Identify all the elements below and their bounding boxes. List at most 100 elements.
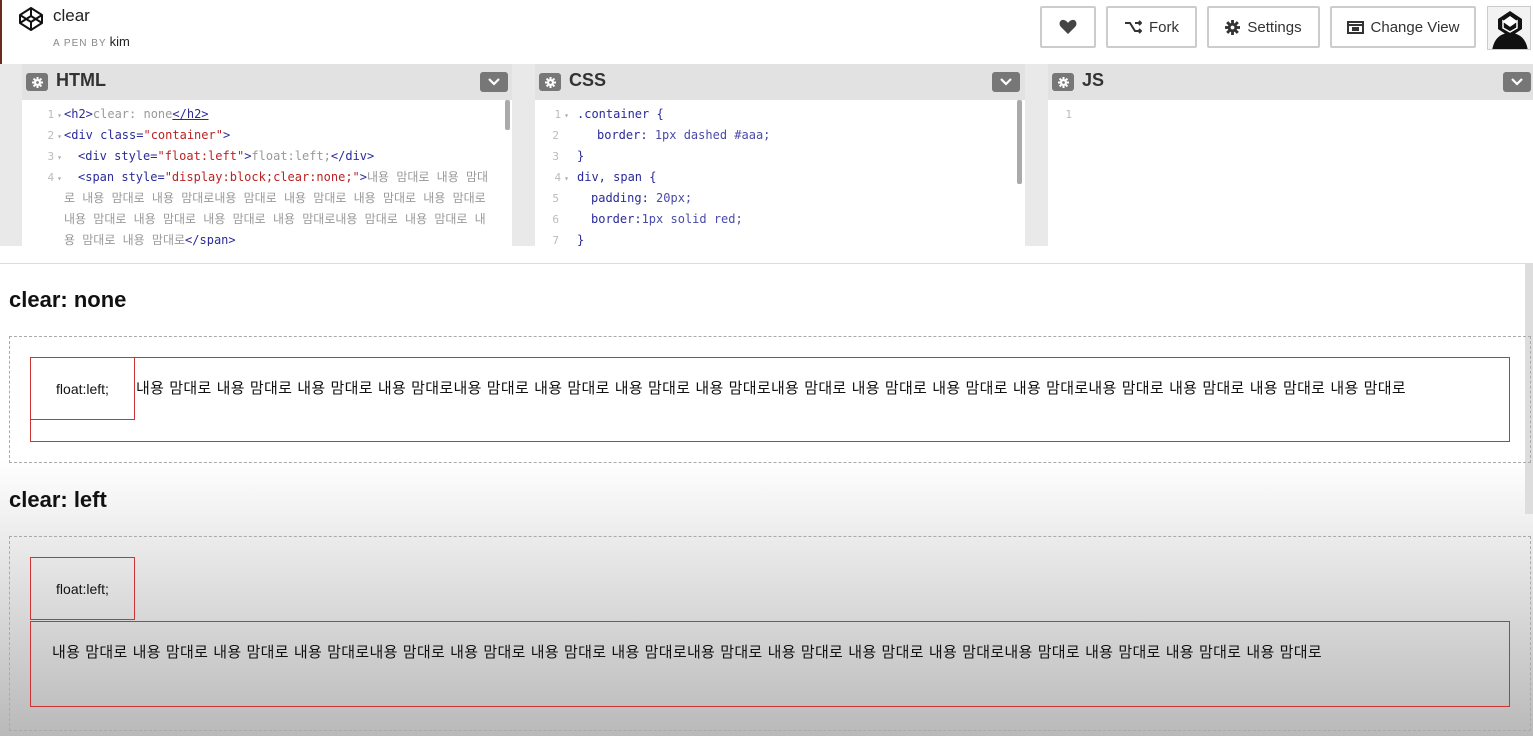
gear-icon bbox=[1225, 19, 1241, 35]
code-token: padding: bbox=[591, 191, 649, 205]
code-token: "container" bbox=[143, 128, 223, 142]
js-editor-title: JS bbox=[1082, 70, 1105, 90]
css-code-area[interactable]: 1 ▾ .container { 2 border: 1px dashed #aa… bbox=[535, 100, 1025, 246]
line-number: 2 bbox=[552, 129, 559, 142]
line-number: 1 bbox=[554, 108, 562, 121]
css-editor-scrollbar[interactable] bbox=[1017, 100, 1022, 184]
html-editor-settings-button[interactable] bbox=[26, 73, 48, 91]
code-line: 1 bbox=[1048, 104, 1533, 125]
pen-header: clear A PEN BY kim Fork Settings Change V… bbox=[0, 0, 1533, 64]
demo-float-box: float:left; bbox=[30, 357, 135, 420]
css-editor-dropdown-button[interactable] bbox=[992, 72, 1020, 92]
code-line: 2 ▾ <div class="container"> bbox=[22, 125, 512, 146]
author-link[interactable]: kim bbox=[110, 34, 130, 49]
fork-label: Fork bbox=[1149, 18, 1179, 36]
demo-container: 내용 맘대로 내용 맘대로 내용 맘대로 내용 맘대로내용 맘대로 내용 맘대로… bbox=[9, 336, 1531, 463]
fold-arrow-icon[interactable]: ▾ bbox=[564, 174, 569, 183]
js-editor-header: JS bbox=[1048, 64, 1533, 100]
line-number: 1 bbox=[47, 108, 55, 121]
editor-area: HTML 1 ▾ <h2>clear: none</h2> 2 ▾ <div cla… bbox=[0, 64, 1533, 246]
settings-label: Settings bbox=[1247, 18, 1302, 36]
line-number: 1 bbox=[1065, 108, 1072, 121]
line-number: 3 bbox=[552, 150, 559, 163]
fold-arrow-icon[interactable]: ▾ bbox=[57, 174, 62, 183]
line-number: 4 bbox=[554, 171, 562, 184]
settings-button[interactable]: Settings bbox=[1207, 6, 1320, 48]
line-number: 4 bbox=[47, 171, 55, 184]
css-editor-settings-button[interactable] bbox=[539, 73, 561, 91]
css-editor-header: CSS bbox=[535, 64, 1025, 100]
line-number: 7 bbox=[552, 234, 559, 246]
line-number: 3 bbox=[47, 150, 55, 163]
section-heading-clear-none: clear: none bbox=[9, 287, 127, 312]
code-token: border: bbox=[591, 212, 642, 226]
code-token: > bbox=[359, 170, 368, 184]
html-editor-title: HTML bbox=[56, 70, 106, 90]
code-token: div, span { bbox=[577, 170, 657, 184]
code-line: 4 ▾ <span style="display:block;clear:none… bbox=[22, 167, 512, 246]
html-code-area[interactable]: 1 ▾ <h2>clear: none</h2> 2 ▾ <div class="c… bbox=[22, 100, 512, 246]
fold-arrow-icon[interactable]: ▾ bbox=[57, 111, 62, 120]
code-token: <div class= bbox=[64, 128, 144, 142]
demo-container: float:left; 내용 맘대로 내용 맘대로 내용 맘대로 내용 맘대로내… bbox=[9, 536, 1531, 731]
pen-title[interactable]: clear bbox=[53, 6, 90, 26]
js-editor-dropdown-button[interactable] bbox=[1503, 72, 1531, 92]
code-token: 20px; bbox=[656, 191, 693, 205]
code-token: } bbox=[577, 233, 585, 246]
change-view-button[interactable]: Change View bbox=[1330, 6, 1476, 48]
chevron-down-icon bbox=[488, 78, 500, 86]
css-editor: CSS 1 ▾ .container { 2 border: 1px dashed… bbox=[535, 64, 1025, 246]
html-editor-dropdown-button[interactable] bbox=[480, 72, 508, 92]
gear-icon bbox=[1057, 76, 1069, 88]
code-token: clear: none bbox=[92, 107, 173, 121]
chevron-down-icon bbox=[1000, 78, 1012, 86]
code-token: "float:left" bbox=[157, 149, 245, 163]
change-view-label: Change View bbox=[1370, 18, 1460, 36]
avatar-image-icon bbox=[1488, 7, 1530, 49]
css-editor-title: CSS bbox=[569, 70, 607, 90]
heart-button[interactable] bbox=[1040, 6, 1096, 48]
change-view-icon bbox=[1346, 20, 1364, 34]
gear-icon bbox=[544, 76, 556, 88]
code-token: <div style= bbox=[78, 149, 158, 163]
code-line: 1 ▾ <h2>clear: none</h2> bbox=[22, 104, 512, 125]
fold-arrow-icon[interactable]: ▾ bbox=[564, 111, 569, 120]
code-token: 1px dashed #aaa; bbox=[654, 128, 771, 142]
code-line: 2 border: 1px dashed #aaa; bbox=[535, 125, 1025, 146]
gear-icon bbox=[31, 76, 43, 88]
html-editor-header: HTML bbox=[22, 64, 512, 100]
code-token: <span style= bbox=[78, 170, 165, 184]
js-editor: JS 1 bbox=[1048, 64, 1533, 246]
code-line: 3 ▾ <div style="float:left">float:left;</… bbox=[22, 146, 512, 167]
code-line: 7 } bbox=[535, 230, 1025, 246]
chevron-down-icon bbox=[1511, 78, 1523, 86]
js-editor-settings-button[interactable] bbox=[1052, 73, 1074, 91]
code-token: </h2> bbox=[172, 107, 209, 121]
heart-icon bbox=[1059, 19, 1077, 34]
demo-float-box: float:left; bbox=[30, 557, 135, 620]
fold-arrow-icon[interactable]: ▾ bbox=[57, 132, 62, 141]
fork-icon bbox=[1125, 20, 1142, 34]
result-preview[interactable]: clear: none 내용 맘대로 내용 맘대로 내용 맘대로 내용 맘대로내… bbox=[0, 246, 1533, 736]
pen-by-label: A PEN BY bbox=[53, 38, 107, 49]
code-token: border: bbox=[597, 128, 648, 142]
code-token: } bbox=[577, 149, 585, 163]
fork-button[interactable]: Fork bbox=[1106, 6, 1197, 48]
section-heading-clear-left: clear: left bbox=[9, 487, 107, 512]
result-resize-bar[interactable] bbox=[0, 246, 1533, 264]
codepen-logo-icon[interactable] bbox=[18, 6, 44, 32]
code-line: 4 ▾ div, span { bbox=[535, 167, 1025, 188]
code-token: 1px solid red; bbox=[641, 212, 743, 226]
html-editor-scrollbar[interactable] bbox=[505, 100, 510, 130]
code-line: 5 padding: 20px; bbox=[535, 188, 1025, 209]
html-editor: HTML 1 ▾ <h2>clear: none</h2> 2 ▾ <div cla… bbox=[22, 64, 512, 246]
line-number: 6 bbox=[552, 213, 559, 226]
js-code-area[interactable]: 1 bbox=[1048, 100, 1533, 246]
pen-byline: A PEN BY kim bbox=[53, 34, 130, 49]
code-line: 1 ▾ .container { bbox=[535, 104, 1025, 125]
fold-arrow-icon[interactable]: ▾ bbox=[57, 153, 62, 162]
code-token: </span> bbox=[185, 233, 236, 246]
code-token: > bbox=[222, 128, 231, 142]
code-token: </div> bbox=[330, 149, 375, 163]
avatar[interactable] bbox=[1487, 6, 1531, 50]
